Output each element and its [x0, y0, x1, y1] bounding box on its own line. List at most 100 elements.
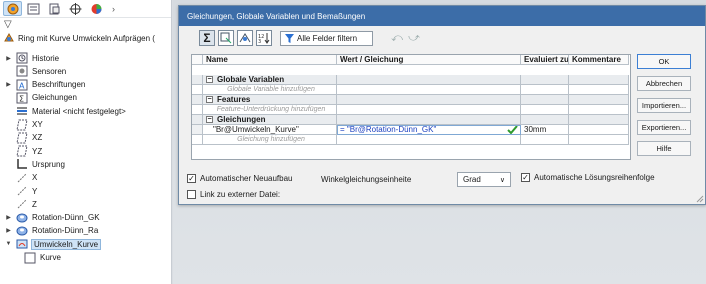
empty-cell[interactable] [337, 135, 521, 145]
material-icon [16, 105, 28, 117]
ok-button[interactable]: OK [637, 54, 691, 69]
configuration-manager-tab[interactable] [45, 1, 64, 16]
collapse-icon[interactable]: − [206, 76, 213, 83]
column-header-value[interactable]: Wert / Gleichung [337, 55, 521, 65]
auto-rebuild-checkbox[interactable]: ✓ [187, 174, 196, 183]
feature-manager-icon [7, 3, 18, 14]
tree-item-yz[interactable]: YZ [5, 144, 42, 158]
section-features-label: Features [217, 95, 251, 104]
plane-icon [16, 132, 28, 144]
resize-grip-icon[interactable] [696, 195, 704, 203]
angle-unit-select[interactable]: Grad ∨ [457, 172, 511, 187]
plane-icon [16, 119, 28, 131]
link-external-option[interactable]: Link zu externer Datei: [187, 190, 280, 199]
dialog-title-bar[interactable]: Gleichungen, Globale Variablen und Bemaß… [179, 6, 705, 26]
equation-comment-cell[interactable] [569, 125, 629, 135]
section-globals[interactable]: − Globale Variablen [203, 75, 337, 85]
tree-item-label: Sensoren [32, 66, 67, 76]
add-equation-cell[interactable]: Gleichung hinzufügen [203, 135, 337, 145]
column-header-evaluated[interactable]: Evaluiert zu [521, 55, 569, 65]
tree-item-xz[interactable]: XZ [5, 131, 42, 145]
tree-item-umwickeln-kurve[interactable]: ▼ Umwickeln_Kurve [5, 237, 102, 251]
tree-filter[interactable]: ▽ [0, 18, 171, 31]
expand-arrow-icon[interactable]: ▶ [5, 214, 12, 221]
svg-text:Σ: Σ [19, 94, 24, 103]
auto-order-label: Automatische Lösungsreihenfolge [534, 173, 655, 182]
tree-item-rotation-dünn-ra[interactable]: ▶ Rotation-Dünn_Ra [5, 224, 98, 238]
feature-manager-tab[interactable] [3, 1, 22, 16]
tree-item-x[interactable]: X [5, 171, 37, 185]
auto-order-checkbox[interactable]: ✓ [521, 173, 530, 182]
tree-item-kurve[interactable]: Kurve [24, 251, 61, 265]
expand-arrow-icon[interactable]: ▶ [5, 81, 12, 88]
tree-item-rotation-dünn-gk[interactable]: ▶ Rotation-Dünn_GK [5, 211, 100, 225]
undo-icon[interactable]: ⤺ [390, 31, 404, 45]
help-button[interactable]: Hilfe [637, 141, 691, 156]
equation-view-button[interactable]: Σ [199, 30, 215, 46]
section-equations[interactable]: − Gleichungen [203, 115, 337, 125]
column-header-name[interactable]: Name [203, 55, 337, 65]
tree-item-label: Historie [32, 53, 60, 63]
empty-cell[interactable] [337, 105, 521, 115]
cancel-button[interactable]: Abbrechen [637, 76, 691, 91]
tree-root-part[interactable]: Ring mit Kurve Umwickeln Aufprägen ( [0, 31, 171, 45]
empty-cell [521, 75, 569, 85]
auto-rebuild-option[interactable]: ✓ Automatischer Neuaufbau [187, 174, 293, 183]
expand-arrow-icon[interactable]: ▶ [5, 227, 12, 234]
tree-item-sensoren[interactable]: Sensoren [5, 64, 66, 78]
auto-order-option[interactable]: ✓ Automatische Lösungsreihenfolge [521, 173, 655, 182]
display-manager-tab[interactable] [87, 1, 106, 16]
tree-item-y[interactable]: Y [5, 184, 37, 198]
expand-arrow-icon[interactable]: ▼ [5, 241, 12, 247]
wrap-icon [16, 238, 28, 250]
tree-item-beschriftungen[interactable]: ▶ A Beschriftungen [5, 78, 85, 92]
add-feature-suppression-cell[interactable]: Feature-Unterdrückung hinzufügen [203, 105, 337, 115]
export-button[interactable]: Exportieren... [637, 120, 691, 135]
tree-item-label: Gleichungen [32, 93, 77, 103]
ordered-view-button[interactable]: 12 3 [256, 30, 272, 46]
row-header-cell [192, 125, 203, 135]
empty-cell[interactable] [569, 105, 629, 115]
origin-icon [16, 158, 28, 170]
chevron-right-icon[interactable]: › [112, 4, 115, 14]
tree-root-label: Ring mit Kurve Umwickeln Aufprägen ( [18, 33, 155, 43]
equation-name-cell[interactable]: "Br@Umwickeln_Kurve" [203, 125, 337, 135]
empty-cell [521, 105, 569, 115]
tree-item-z[interactable]: Z [5, 197, 37, 211]
empty-cell[interactable] [569, 135, 629, 145]
tree-item-label: XZ [32, 133, 43, 143]
section-features[interactable]: − Features [203, 95, 337, 105]
redo-icon[interactable]: ⤻ [407, 31, 421, 45]
import-button[interactable]: Importieren... [637, 98, 691, 113]
annotation-icon: A [16, 79, 28, 91]
tree-item-label: Z [32, 199, 37, 209]
dimension-view-button[interactable] [237, 30, 253, 46]
checkmark-icon [507, 125, 518, 134]
equation-value: = "Br@Rotation-Dünn_GK" [340, 125, 437, 134]
axis-icon [16, 185, 28, 197]
tree-item-gleichungen[interactable]: Σ Gleichungen [5, 91, 77, 105]
column-header-comments[interactable]: Kommentare [569, 55, 629, 65]
tree-item-material-nicht-festgelegt[interactable]: Material <nicht festgelegt> [5, 104, 126, 118]
tree-item-label: YZ [32, 146, 43, 156]
equation-value-cell[interactable]: = "Br@Rotation-Dünn_GK" [337, 125, 521, 135]
grid-header: Name Wert / Gleichung Evaluiert zu Komme… [192, 55, 630, 65]
expand-arrow-icon[interactable]: ▶ [5, 55, 12, 62]
dimxpert-tab[interactable] [66, 1, 85, 16]
collapse-icon[interactable]: − [206, 96, 213, 103]
sketch-equation-view-button[interactable] [218, 30, 234, 46]
tree-item-ursprung[interactable]: Ursprung [5, 157, 65, 171]
collapse-icon[interactable]: − [206, 116, 213, 123]
property-manager-tab[interactable] [24, 1, 43, 16]
tree-item-xy[interactable]: XY [5, 118, 43, 132]
row-header-cell [192, 85, 203, 95]
empty-cell [337, 75, 521, 85]
tree-item-historie[interactable]: ▶ Historie [5, 51, 59, 65]
configuration-icon [49, 3, 60, 14]
filter-all-fields-button[interactable]: Alle Felder filtern [280, 30, 373, 46]
empty-cell[interactable] [569, 85, 629, 95]
link-external-checkbox[interactable] [187, 190, 196, 199]
empty-cell[interactable] [337, 85, 521, 95]
row-header-cell [192, 55, 203, 65]
add-global-variable-cell[interactable]: Globale Variable hinzufügen [203, 85, 337, 95]
